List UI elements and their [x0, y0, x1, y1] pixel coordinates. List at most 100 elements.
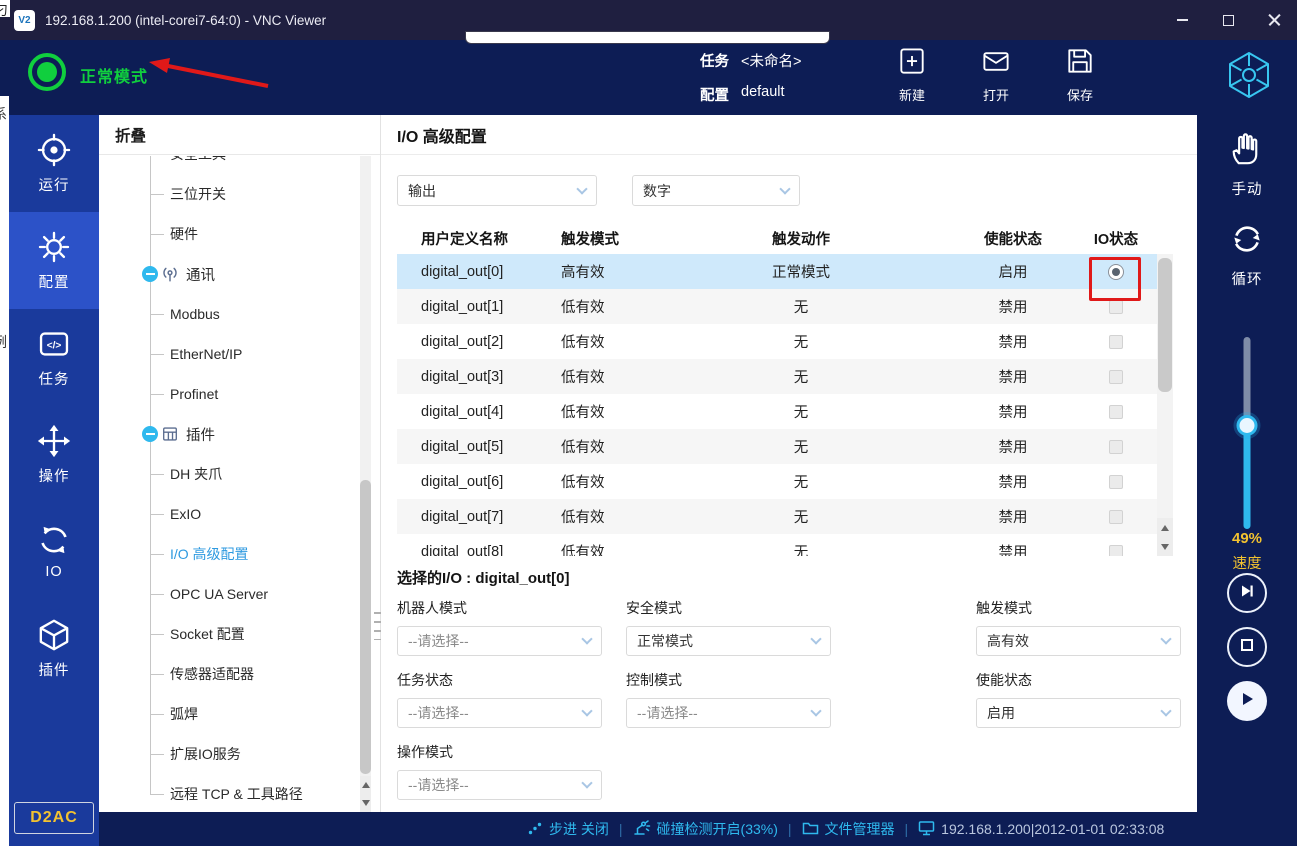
chevron-down-icon — [810, 633, 821, 644]
table-row[interactable]: digital_out[1] 低有效 无 禁用 — [397, 289, 1157, 324]
tree-item[interactable]: EtherNet/IP — [99, 334, 380, 374]
table-row[interactable]: digital_out[4] 低有效 无 禁用 — [397, 394, 1157, 429]
tree-item-label: 三位开关 — [170, 184, 226, 204]
table-row[interactable]: digital_out[8] 低有效 无 禁用 — [397, 534, 1157, 556]
tree-item-label: DH 夹爪 — [170, 464, 222, 484]
tree-item[interactable]: 传感器适配器 — [99, 654, 380, 694]
tree-item[interactable]: 三位开关 — [99, 174, 380, 214]
header-action-label: 保存 — [1067, 85, 1093, 104]
header-action-button[interactable]: 新建 — [890, 46, 934, 104]
tree-item-label: 传感器适配器 — [170, 664, 254, 684]
step-next-button[interactable] — [1227, 573, 1267, 613]
table-scrollbar-thumb[interactable] — [1158, 258, 1172, 392]
form-field-select[interactable]: --请选择-- — [626, 698, 831, 728]
sidebar-item[interactable]: 运行 — [9, 115, 99, 212]
loop-mode-button[interactable]: 循环 — [1197, 221, 1297, 289]
io-state-indicator[interactable] — [1109, 370, 1123, 384]
window-title: 192.168.1.200 (intel-corei7-64:0) - VNC … — [45, 13, 326, 28]
close-button[interactable] — [1251, 0, 1297, 40]
screen-edge-artifact: 刁 — [0, 0, 10, 17]
form-field-select[interactable]: --请选择-- — [397, 770, 602, 800]
scroll-down-button[interactable] — [1157, 537, 1173, 556]
sidebar-item[interactable]: 操作 — [9, 406, 99, 503]
tree-collapse-toggle-icon[interactable] — [142, 266, 158, 282]
tree-collapse-toggle-icon[interactable] — [142, 426, 158, 442]
screen-edge-strip: 系 例 — [0, 96, 9, 846]
config-value: default — [741, 84, 785, 105]
task-label: 任务 — [700, 50, 729, 71]
io-state-indicator[interactable] — [1109, 405, 1123, 419]
dropdown-value: 启用 — [987, 703, 1015, 723]
tree-item[interactable]: 硬件 — [99, 214, 380, 254]
tree-item[interactable]: ExIO — [99, 494, 380, 534]
io-state-indicator[interactable] — [1109, 510, 1123, 524]
sidebar-item[interactable]: </> 任务 — [9, 309, 99, 406]
cell-io-state — [1075, 370, 1157, 384]
chevron-down-icon — [581, 705, 592, 716]
header-action-label: 新建 — [899, 85, 925, 104]
table-scrollbar[interactable] — [1157, 254, 1173, 556]
form-field-select[interactable]: --请选择-- — [397, 698, 602, 728]
tree-collapse-header[interactable]: 折叠 — [99, 115, 380, 155]
tree-item[interactable]: I/O 高级配置 — [99, 534, 380, 574]
speed-slider-handle[interactable] — [1237, 415, 1258, 436]
filter-dropdown[interactable]: 输出 — [397, 175, 597, 206]
file-manager-button[interactable]: 文件管理器 — [802, 819, 895, 839]
play-button[interactable] — [1227, 681, 1267, 721]
table-row[interactable]: digital_out[2] 低有效 无 禁用 — [397, 324, 1157, 359]
column-header: 触发模式 — [547, 228, 651, 249]
cell-io-state — [1075, 440, 1157, 454]
vnc-app-icon[interactable]: V2 — [14, 10, 35, 31]
sidebar-item[interactable]: 配置 — [9, 212, 99, 309]
table-row[interactable]: digital_out[7] 低有效 无 禁用 — [397, 499, 1157, 534]
minimize-button[interactable] — [1159, 0, 1205, 40]
header-action-button[interactable]: 保存 — [1058, 46, 1102, 104]
tree-item[interactable]: 弧焊 — [99, 694, 380, 734]
sidebar-item-icon — [37, 523, 71, 557]
filter-dropdown[interactable]: 数字 — [632, 175, 800, 206]
tree-item[interactable]: 扩展IO服务 — [99, 734, 380, 774]
collision-detect-status[interactable]: 碰撞检测开启(33%) — [633, 819, 778, 839]
manual-mode-button[interactable]: 手动 — [1197, 129, 1297, 199]
form-field-select[interactable]: 正常模式 — [626, 626, 831, 656]
tree-item[interactable]: 通讯 — [99, 254, 380, 294]
panel-splitter[interactable] — [374, 612, 381, 640]
io-state-indicator[interactable] — [1109, 300, 1123, 314]
tree-item[interactable]: 插件 — [99, 414, 380, 454]
io-state-indicator[interactable] — [1109, 335, 1123, 349]
tree-item[interactable]: DH 夹爪 — [99, 454, 380, 494]
cell-enable-state: 禁用 — [951, 331, 1075, 352]
form-field-select[interactable]: --请选择-- — [397, 626, 602, 656]
tree-item[interactable]: Modbus — [99, 294, 380, 334]
tree-item[interactable]: 远程 TCP & 工具路径 — [99, 774, 380, 812]
tree-item[interactable]: Socket 配置 — [99, 614, 380, 654]
table-row[interactable]: digital_out[3] 低有效 无 禁用 — [397, 359, 1157, 394]
io-state-indicator[interactable] — [1109, 440, 1123, 454]
io-state-indicator[interactable] — [1109, 475, 1123, 489]
vnc-toolbar-tab[interactable] — [465, 31, 830, 44]
cell-name: digital_out[2] — [397, 334, 547, 350]
tree-item-label: Profinet — [170, 386, 218, 402]
tree-item-label: ExIO — [170, 506, 201, 522]
step-icon — [527, 820, 543, 839]
sidebar-item[interactable]: IO — [9, 503, 99, 600]
io-state-indicator[interactable] — [1108, 264, 1124, 280]
stop-button[interactable] — [1227, 627, 1267, 667]
task-value: <未命名> — [741, 50, 801, 71]
header-action-button[interactable]: 打开 — [974, 46, 1018, 104]
step-mode-status[interactable]: 步进 关闭 — [527, 819, 609, 839]
tree-item[interactable]: Profinet — [99, 374, 380, 414]
form-field-select[interactable]: 高有效 — [976, 626, 1181, 656]
form-field-select[interactable]: 启用 — [976, 698, 1181, 728]
tree-item[interactable]: 安全工具 — [99, 156, 380, 174]
scroll-up-button[interactable] — [1157, 518, 1173, 537]
maximize-button[interactable] — [1205, 0, 1251, 40]
form-field-label: 任务状态 — [397, 670, 626, 690]
table-row[interactable]: digital_out[5] 低有效 无 禁用 — [397, 429, 1157, 464]
sidebar-item[interactable]: 插件 — [9, 600, 99, 697]
chevron-down-icon — [810, 705, 821, 716]
tree-item[interactable]: OPC UA Server — [99, 574, 380, 614]
io-state-indicator[interactable] — [1109, 545, 1123, 557]
table-row[interactable]: digital_out[6] 低有效 无 禁用 — [397, 464, 1157, 499]
table-row[interactable]: digital_out[0] 高有效 正常模式 启用 — [397, 254, 1157, 289]
